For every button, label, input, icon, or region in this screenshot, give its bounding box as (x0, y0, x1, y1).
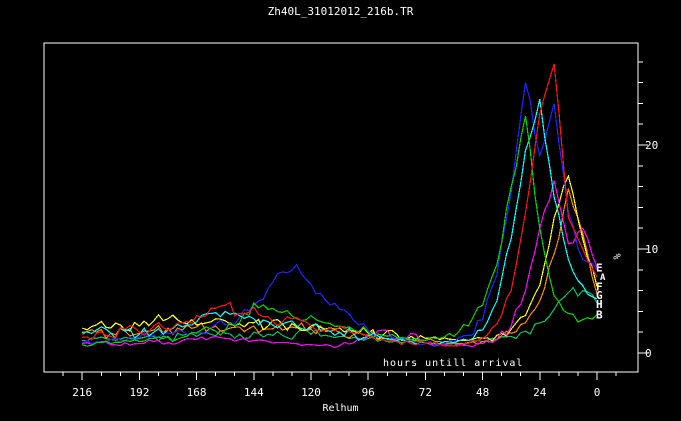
chart-title: Zh40L_31012012_216b.TR (0, 5, 681, 18)
x-axis-tick-label: 192 (129, 386, 149, 399)
x-axis-tick-label: 24 (533, 386, 547, 399)
x-axis-tick-label: 72 (419, 386, 432, 399)
series-line-A (82, 64, 597, 346)
y-axis-tick-label: 0 (645, 347, 652, 360)
series-line-C (82, 99, 597, 344)
x-axis-tick-label: 168 (187, 386, 207, 399)
x-axis-title: Relhum (0, 403, 681, 414)
x-axis-tick-label: 48 (476, 386, 489, 399)
x-axis-tick-label: 0 (594, 386, 601, 399)
chart-canvas: 21619216814412096724824001020EAFGHB (0, 0, 681, 421)
x-axis-tick-label: 216 (72, 386, 92, 399)
series-line-E (82, 180, 597, 347)
trajectory-chart-screen: Zh40L_31012012_216b.TR 216 192 168 144 120 96… (0, 0, 681, 421)
y-axis-tick-label: 20 (645, 139, 658, 152)
series-line-D (82, 83, 597, 346)
x-axis-tick-label: 120 (301, 386, 321, 399)
y-axis-title: % (613, 253, 624, 259)
series-line-B (82, 116, 597, 346)
x-axis-tick-label: 144 (244, 386, 264, 399)
plot-border (44, 43, 638, 372)
y-axis-tick-label: 10 (645, 243, 658, 256)
series-end-label-B: B (596, 309, 603, 322)
series-line-G (82, 189, 597, 344)
series-line-F (82, 176, 597, 341)
x-axis-tick-label: 96 (362, 386, 375, 399)
hours-until-arrival-note: hours untill arrival (383, 358, 523, 369)
